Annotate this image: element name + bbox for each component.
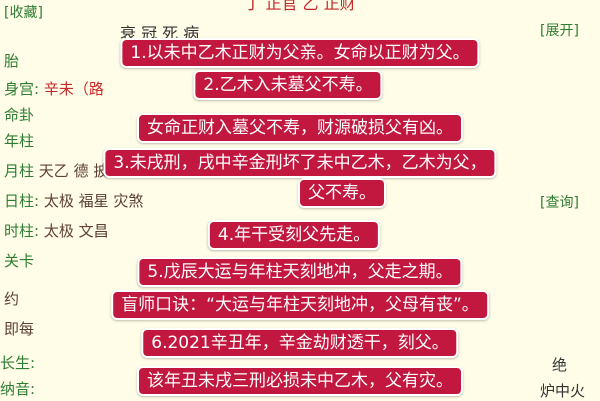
row-minggua: 命卦 [4,104,34,125]
row-nayin: 纳音: [0,378,35,399]
stage-jue: 绝 [552,356,568,374]
collect-button[interactable]: [收藏] [4,2,43,22]
row-shizhu: 时柱: 太极 文昌 [4,220,109,241]
annotation-1: 1.以未中乙木正财为父亲。女命以正财为父。 [120,38,480,68]
row-rizhu: 日柱: 太极 福星 灾煞 [4,190,143,211]
row-shengong: 身宫: 辛未（路 [4,78,104,99]
query-button[interactable]: [查询] [540,192,579,212]
row-label: 日柱: [4,192,40,210]
annotation-9: 6.2021辛丑年，辛金劫财透干，刻父。 [141,328,459,358]
row-tai: 胎 [4,50,19,71]
row-value: 辛未（路 [43,80,104,98]
row-label: 身宫: [4,80,40,98]
annotation-6: 4.年干受刻父先走。 [207,220,381,250]
row-label: 月柱 [4,162,35,180]
ten-gods-header: 丁 正官 乙 正财 [244,0,356,13]
row-guanka: 关卡 [4,250,34,271]
annotation-7: 5.戊辰大运与年柱天刻地冲，父走之期。 [137,257,463,287]
row-label: 命卦 [4,106,35,124]
row-yue: 约 [4,288,19,309]
annotation-2: 2.乙木入未墓父不寿。 [193,70,383,100]
row-label: 年柱 [4,132,35,150]
annotation-10: 该年丑未戌三刑必损未中乙木，父有灾。 [137,366,463,396]
annotation-5: 父不寿。 [298,178,386,208]
annotation-8: 盲师口诀：“大运与年柱天刻地冲，父母有丧”。 [111,290,489,320]
row-label: 时柱: [4,222,40,240]
nayin-luzhonghuo: 炉中火 [540,382,586,400]
row-value: 太极 文昌 [43,222,109,240]
row-changsheng: 长生: [0,352,35,373]
annotation-3: 女命正财入墓父不寿，财源破损父有凶。 [137,113,463,143]
row-label: 关卡 [4,252,35,270]
row-label: 纳音: [0,380,36,398]
row-label: 长生: [0,354,36,372]
row-jimei: 即每 [4,318,34,339]
row-value: 太极 福星 灾煞 [43,192,144,210]
row-label: 即每 [4,320,35,338]
annotation-4: 3.未戌刑，戌中辛金刑坏了未中乙木，乙木为父， [103,148,497,178]
row-label: 约 [4,290,20,308]
expand-button[interactable]: [展开] [540,20,579,40]
row-nianzhu: 年柱 [4,130,34,151]
row-label: 胎 [4,52,20,70]
